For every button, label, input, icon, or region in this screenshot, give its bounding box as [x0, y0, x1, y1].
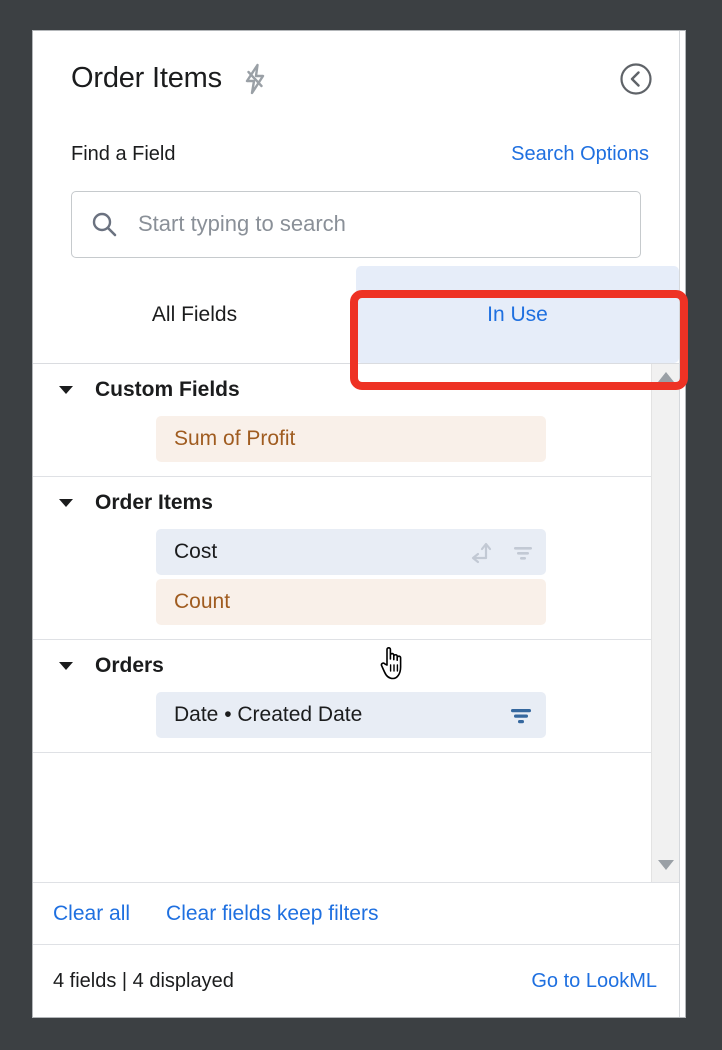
- search-options-link[interactable]: Search Options: [511, 143, 649, 166]
- field-row-cost[interactable]: Cost: [156, 529, 546, 575]
- field-tabs: All Fields In Use: [33, 266, 679, 364]
- panel-header: Order Items: [33, 31, 679, 126]
- field-list-body: Custom Fields Sum of Profit Order Items: [33, 364, 679, 882]
- search-wrapper: [33, 182, 679, 266]
- section-order-items: Order Items Cost Count: [33, 477, 651, 640]
- field-row-created-date[interactable]: Date • Created Date: [156, 692, 546, 738]
- filter-icon-active[interactable]: [506, 700, 536, 730]
- section-title: Order Items: [95, 491, 213, 514]
- pivot-icon[interactable]: [470, 539, 496, 565]
- panel-right-edge-resizer[interactable]: [679, 31, 685, 1017]
- field-list: Custom Fields Sum of Profit Order Items: [33, 364, 651, 882]
- find-a-field-row: Find a Field Search Options: [33, 126, 679, 182]
- field-label: Date • Created Date: [174, 703, 363, 726]
- find-a-field-label: Find a Field: [71, 142, 176, 165]
- caret-down-icon[interactable]: [55, 385, 77, 395]
- field-row-sum-of-profit[interactable]: Sum of Profit: [156, 416, 546, 462]
- section-header-orders[interactable]: Orders: [33, 640, 651, 692]
- section-title: Custom Fields: [95, 378, 240, 401]
- scroll-up-arrow-icon[interactable]: [657, 370, 675, 388]
- clear-actions-row: Clear all Clear fields keep filters: [33, 882, 679, 944]
- field-label: Count: [174, 590, 231, 613]
- scroll-down-arrow-icon[interactable]: [657, 858, 675, 876]
- section-header-order-items[interactable]: Order Items: [33, 477, 651, 529]
- field-row-count[interactable]: Count: [156, 579, 546, 625]
- section-title: Orders: [95, 654, 164, 677]
- section-header-custom-fields[interactable]: Custom Fields: [33, 364, 651, 416]
- lightning-bolt-slash-icon: [242, 63, 268, 95]
- field-list-scrollbar[interactable]: [651, 364, 679, 882]
- panel-inner: Order Items Find a Field Search Options: [33, 31, 679, 1017]
- go-to-lookml-link[interactable]: Go to LookML: [531, 970, 657, 993]
- section-custom-fields: Custom Fields Sum of Profit: [33, 364, 651, 477]
- search-icon: [90, 210, 118, 238]
- circle-chevron-left-icon[interactable]: [619, 62, 653, 96]
- field-row-actions: [506, 700, 536, 730]
- section-orders: Orders Date • Created Date: [33, 640, 651, 753]
- search-input[interactable]: [138, 211, 622, 237]
- tab-all-fields[interactable]: All Fields: [33, 266, 356, 363]
- field-label: Sum of Profit: [174, 427, 296, 450]
- caret-down-icon[interactable]: [55, 661, 77, 671]
- field-picker-panel: Order Items Find a Field Search Options: [32, 30, 686, 1018]
- caret-down-icon[interactable]: [55, 498, 77, 508]
- field-count-status: 4 fields | 4 displayed: [53, 969, 234, 992]
- filter-icon[interactable]: [510, 539, 536, 565]
- panel-footer: 4 fields | 4 displayed Go to LookML: [33, 944, 679, 1017]
- field-row-actions: [470, 539, 536, 565]
- tab-in-use[interactable]: In Use: [356, 266, 679, 363]
- clear-fields-keep-filters-button[interactable]: Clear fields keep filters: [166, 902, 378, 926]
- clear-all-button[interactable]: Clear all: [53, 902, 130, 926]
- page-title: Order Items: [71, 62, 222, 94]
- search-box[interactable]: [71, 190, 641, 258]
- field-label: Cost: [174, 540, 218, 563]
